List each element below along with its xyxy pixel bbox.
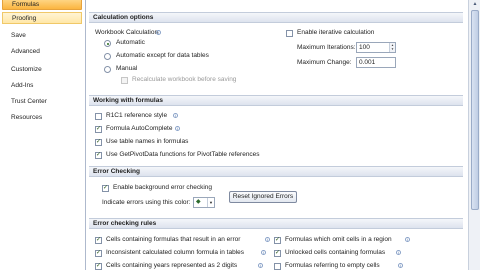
r1c1-label: R1C1 reference style: [106, 112, 168, 119]
max-change-field[interactable]: 0.001: [356, 57, 396, 68]
info-icon: i: [258, 263, 263, 268]
section-header-error-checking: Error Checking: [89, 166, 463, 177]
max-change-label: Maximum Change:: [297, 59, 352, 66]
nav-item-add-ins[interactable]: Add-Ins: [2, 80, 82, 92]
rule-omit-cells-label: Formulas which omit cells in a region: [285, 236, 392, 243]
checkbox-rule-unlocked-cells[interactable]: ✓: [274, 250, 281, 257]
nav-item-proofing[interactable]: Proofing: [2, 12, 82, 24]
rule-error-formulas-label: Cells containing formulas that result in…: [106, 236, 241, 243]
checkbox-enable-iterative[interactable]: [286, 30, 293, 37]
checkbox-rule-omit-cells[interactable]: ✓: [274, 237, 281, 244]
info-icon: i: [156, 30, 161, 35]
spinner-arrows-icon[interactable]: ▲ ▼: [389, 43, 395, 52]
info-icon: i: [265, 237, 270, 242]
checkbox-enable-background-checking[interactable]: ✓: [102, 185, 109, 192]
excel-options-dialog: Formulas Proofing Save Advanced Customiz…: [0, 0, 480, 270]
nav-item-customize[interactable]: Customize: [2, 64, 82, 76]
enable-iterative-label: Enable iterative calculation: [297, 29, 375, 36]
radio-automatic[interactable]: [104, 40, 111, 47]
info-icon: i: [405, 237, 410, 242]
info-icon: i: [398, 263, 403, 268]
section-header-error-checking-rules: Error checking rules: [89, 218, 463, 229]
rule-empty-cells-label: Formulas referring to empty cells: [285, 262, 380, 269]
nav-item-trust-center[interactable]: Trust Center: [2, 96, 82, 108]
radio-manual[interactable]: [104, 66, 111, 73]
nav-item-formulas[interactable]: Formulas: [2, 0, 82, 10]
info-icon: i: [261, 250, 266, 255]
options-nav: Formulas Proofing Save Advanced Customiz…: [0, 0, 86, 270]
getpivotdata-label: Use GetPivotData functions for PivotTabl…: [106, 151, 260, 158]
max-iterations-spinner[interactable]: 100 ▲ ▼: [356, 42, 396, 53]
options-content: Calculation options Workbook Calculation…: [87, 0, 467, 270]
rule-two-digit-years-label: Cells containing years represented as 2 …: [106, 262, 238, 269]
workbook-calculation-label: Workbook Calculation: [95, 29, 159, 36]
recalc-before-save-label: Recalculate workbook before saving: [132, 76, 237, 83]
section-header-calculation: Calculation options: [89, 12, 463, 23]
rule-inconsistent-column-label: Inconsistent calculated column formula i…: [106, 249, 245, 256]
radio-automatic-except-label: Automatic except for data tables: [116, 52, 209, 59]
formula-autocomplete-label: Formula AutoComplete: [106, 125, 173, 132]
chevron-down-icon: ▼: [207, 198, 214, 207]
info-icon: i: [173, 113, 178, 118]
nav-item-resources[interactable]: Resources: [2, 112, 82, 124]
section-header-working-with-formulas: Working with formulas: [89, 95, 463, 106]
scroll-thumb[interactable]: [471, 10, 479, 210]
checkbox-table-names[interactable]: ✓: [95, 139, 102, 146]
radio-automatic-except[interactable]: [104, 53, 111, 60]
checkbox-formula-autocomplete[interactable]: ✓: [95, 126, 102, 133]
max-iterations-value: 100: [359, 44, 370, 51]
checkbox-rule-inconsistent-column[interactable]: ✓: [95, 250, 102, 257]
info-icon: i: [175, 126, 180, 131]
rule-unlocked-cells-label: Unlocked cells containing formulas: [285, 249, 386, 256]
radio-automatic-label: Automatic: [116, 39, 145, 46]
checkbox-rule-empty-cells[interactable]: [274, 263, 281, 270]
checkbox-r1c1[interactable]: [95, 113, 102, 120]
checkbox-recalc-before-save[interactable]: [121, 77, 128, 84]
radio-manual-label: Manual: [116, 65, 138, 72]
max-iterations-label: Maximum Iterations:: [297, 44, 356, 51]
max-change-value: 0.001: [359, 59, 376, 66]
checkbox-getpivotdata[interactable]: ✓: [95, 152, 102, 159]
nav-item-advanced[interactable]: Advanced: [2, 46, 82, 58]
vertical-scrollbar[interactable]: ▲: [468, 0, 480, 270]
info-icon: i: [396, 250, 401, 255]
indicate-errors-label: Indicate errors using this color:: [102, 199, 191, 206]
error-color-picker[interactable]: ◆ ▼: [193, 197, 215, 208]
scroll-up-arrow-icon[interactable]: ▲: [470, 0, 480, 9]
checkbox-rule-two-digit-years[interactable]: ✓: [95, 263, 102, 270]
reset-ignored-errors-button[interactable]: Reset Ignored Errors: [229, 191, 297, 203]
checkbox-rule-error-formulas[interactable]: ✓: [95, 237, 102, 244]
nav-item-save[interactable]: Save: [2, 30, 82, 42]
table-names-label: Use table names in formulas: [106, 138, 189, 145]
enable-background-checking-label: Enable background error checking: [113, 184, 213, 191]
paint-bucket-icon: ◆: [196, 199, 201, 205]
